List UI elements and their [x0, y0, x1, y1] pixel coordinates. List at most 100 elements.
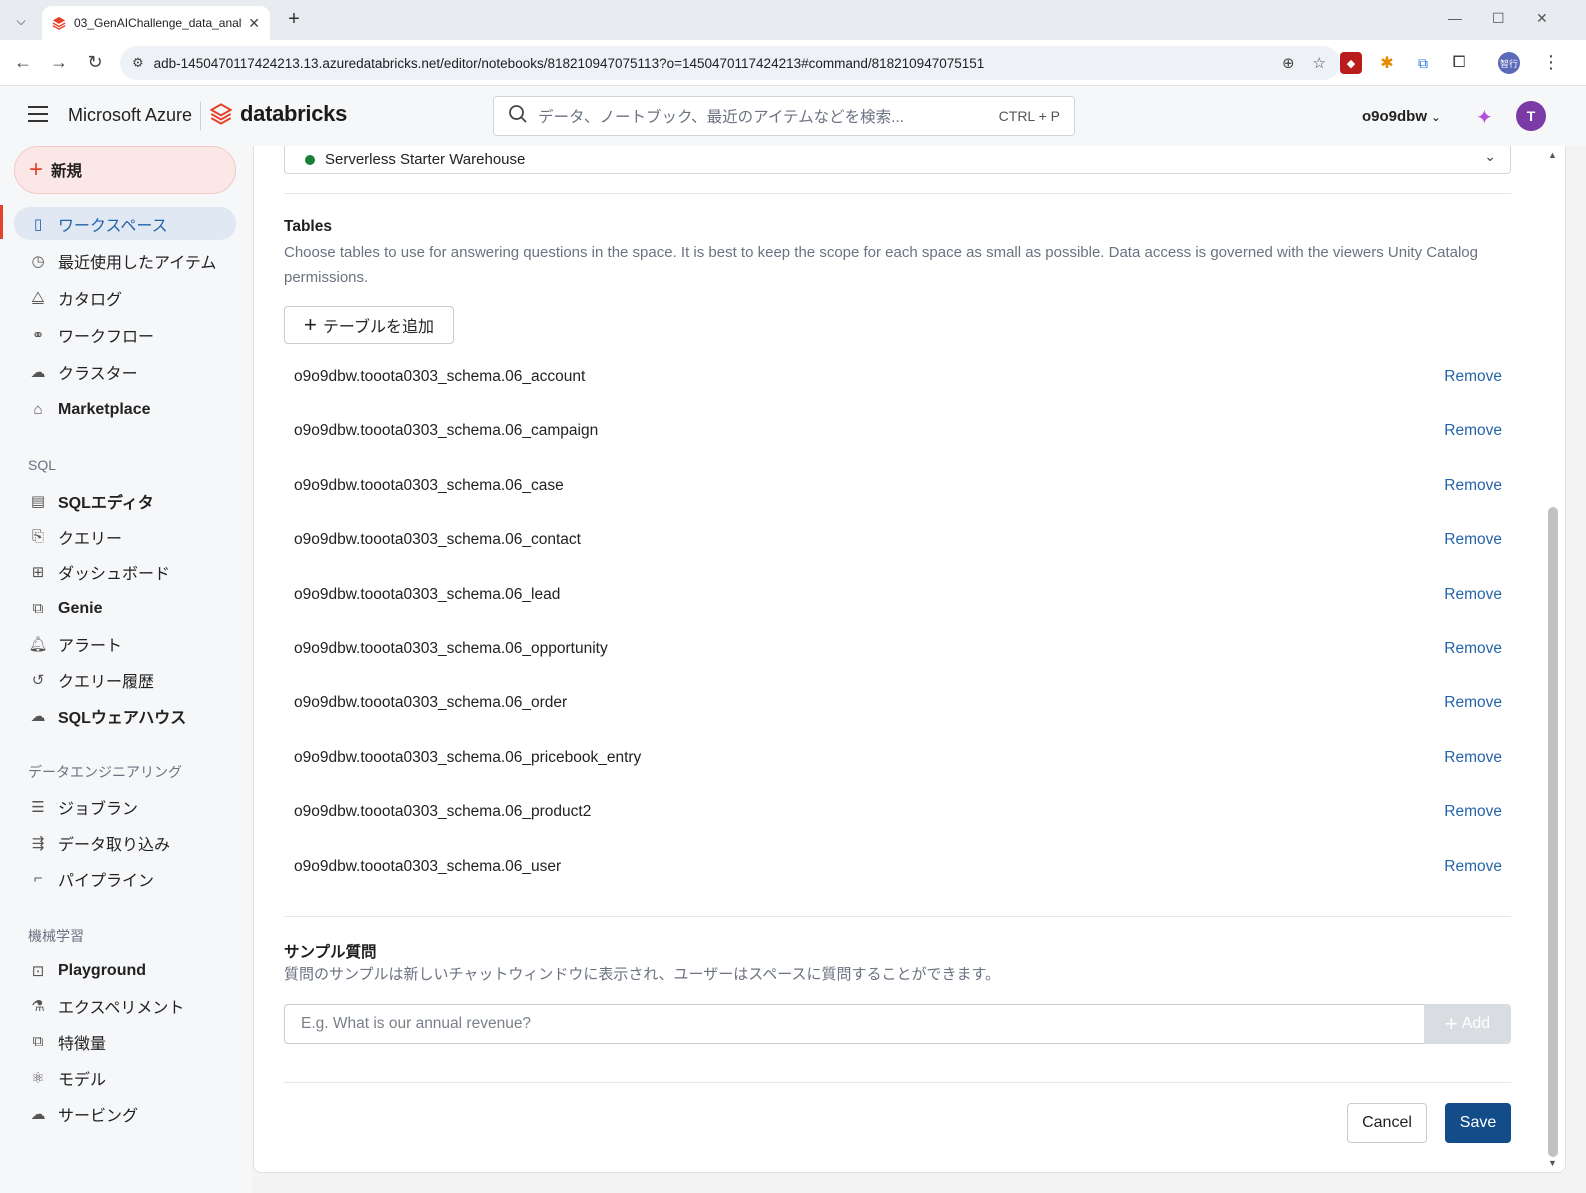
plus-icon: + — [29, 156, 44, 183]
ublock-extension-icon[interactable]: ◆ — [1340, 52, 1362, 74]
sidebar-item-label: ダッシュボード — [58, 565, 171, 583]
sidebar-item-label: クラスター — [58, 365, 138, 383]
scroll-up-arrow-icon[interactable]: ▲ — [1548, 150, 1557, 160]
databricks-favicon-icon — [52, 16, 66, 30]
add-question-button[interactable]: + Add — [1424, 1004, 1511, 1044]
browser-menu-icon[interactable]: ⋮ — [1540, 52, 1562, 73]
remove-table-link[interactable]: Remove — [1444, 477, 1502, 495]
global-search-input[interactable]: データ、ノートブック、最近のアイテムなどを検索... CTRL + P — [493, 96, 1075, 136]
sidebar-item-features[interactable]: ⧉ 特徴量 — [14, 1025, 236, 1058]
warehouse-name: Serverless Starter Warehouse — [325, 151, 526, 168]
scroll-down-arrow-icon[interactable]: ▼ — [1548, 1158, 1557, 1168]
sidebar-item-query-history[interactable]: ↺ クエリー履歴 — [14, 663, 236, 696]
sample-question-input[interactable]: E.g. What is our annual revenue? — [284, 1004, 1424, 1044]
sidebar-item-playground[interactable]: ⊡ Playground — [14, 954, 236, 987]
warehouse-icon: ☁ — [30, 707, 46, 725]
minimize-icon[interactable]: — — [1448, 10, 1462, 26]
url-text: adb-1450470117424213.13.azuredatabricks.… — [153, 55, 985, 71]
flask-icon: ⚗ — [31, 997, 45, 1015]
sidebar-item-alerts[interactable]: 🔔︎ アラート — [14, 627, 236, 660]
sidebar-item-clusters[interactable]: ☁ クラスター — [14, 355, 236, 388]
search-placeholder: データ、ノートブック、最近のアイテムなどを検索... — [538, 109, 905, 126]
divider — [284, 193, 1511, 194]
scrollbar-thumb[interactable] — [1548, 507, 1558, 1157]
assistant-sparkle-icon[interactable]: ✦ — [1476, 105, 1493, 130]
reload-icon[interactable]: ↻ — [84, 52, 106, 73]
remove-table-link[interactable]: Remove — [1444, 749, 1502, 767]
sidebar-item-marketplace[interactable]: ⌂ Marketplace — [14, 393, 236, 426]
sidebar-item-sql-editor[interactable]: ▤ SQLエディタ — [14, 484, 236, 517]
genie-icon: ⧉ — [32, 600, 44, 617]
new-tab-icon[interactable]: + — [282, 8, 306, 31]
forward-icon[interactable]: → — [48, 52, 70, 73]
table-row: o9o9dbw.tooota0303_schema.06_lead Remove — [294, 580, 1502, 610]
remove-table-link[interactable]: Remove — [1444, 858, 1502, 876]
sidebar-item-label: Marketplace — [58, 400, 151, 418]
add-question-label: Add — [1461, 1015, 1491, 1032]
section-label-data-engineering: データエンジニアリング — [28, 764, 182, 780]
extension-icon[interactable]: ✱ — [1376, 52, 1398, 74]
remove-table-link[interactable]: Remove — [1444, 694, 1502, 712]
url-field[interactable]: ⚙ adb-1450470117424213.13.azuredatabrick… — [120, 46, 1340, 80]
profile-badge[interactable]: 智行 — [1498, 52, 1520, 74]
remove-table-link[interactable]: Remove — [1444, 640, 1502, 658]
hamburger-menu-icon[interactable] — [28, 106, 48, 122]
sidebar-item-job-runs[interactable]: ☰ ジョブラン — [14, 790, 236, 823]
sidebar-item-label: モデル — [58, 1071, 107, 1089]
sidebar-item-genie[interactable]: ⧉ Genie — [14, 592, 236, 625]
remove-table-link[interactable]: Remove — [1444, 422, 1502, 440]
browser-tab[interactable]: 03_GenAIChallenge_data_analy ✕ — [42, 6, 270, 40]
tab-close-icon[interactable]: ✕ — [248, 15, 260, 32]
model-icon: ⚛ — [31, 1069, 45, 1087]
back-icon[interactable]: ← — [12, 52, 34, 73]
new-button[interactable]: + 新規 — [14, 146, 236, 194]
divider — [284, 916, 1511, 917]
remove-table-link[interactable]: Remove — [1444, 531, 1502, 549]
sidebar-item-models[interactable]: ⚛ モデル — [14, 1061, 236, 1094]
app-header: Microsoft Azure databricks データ、ノートブック、最近… — [0, 86, 1586, 146]
remove-table-link[interactable]: Remove — [1444, 586, 1502, 604]
remove-table-link[interactable]: Remove — [1444, 368, 1502, 386]
tab-title: 03_GenAIChallenge_data_analy — [74, 16, 243, 30]
sidebar-item-label: エクスペリメント — [58, 999, 185, 1017]
sidebar-item-serving[interactable]: ☁ サービング — [14, 1097, 236, 1130]
running-status-dot — [305, 154, 315, 165]
sidebar-item-data-ingestion[interactable]: ⇶ データ取り込み — [14, 826, 236, 859]
databricks-logo[interactable]: databricks — [210, 101, 347, 127]
sidebar-item-workspace[interactable]: ▯ ワークスペース — [14, 207, 236, 240]
screenshot-extension-icon[interactable]: ⧉ — [1412, 52, 1434, 74]
save-button[interactable]: Save — [1445, 1103, 1511, 1143]
sidebar-item-workflows[interactable]: ⚭ ワークフロー — [14, 318, 236, 351]
table-name: o9o9dbw.tooota0303_schema.06_campaign — [294, 422, 599, 440]
table-name: o9o9dbw.tooota0303_schema.06_pricebook_e… — [294, 748, 642, 766]
bookmark-star-icon[interactable]: ☆ — [1313, 54, 1326, 72]
extensions-puzzle-icon[interactable]: ⧠ — [1448, 52, 1470, 74]
tables-section-description: Choose tables to use for answering quest… — [284, 244, 1478, 286]
sidebar-item-recents[interactable]: ◷ 最近使用したアイテム — [14, 244, 236, 277]
sidebar-item-queries[interactable]: ⎘ クエリー — [14, 520, 236, 553]
sidebar-item-pipelines[interactable]: ⌐ パイプライン — [14, 862, 236, 895]
dashboard-icon: ⊞ — [31, 563, 45, 581]
sidebar-item-experiments[interactable]: ⚗ エクスペリメント — [14, 989, 236, 1022]
sidebar-item-label: クエリー履歴 — [58, 673, 155, 691]
workspace-switcher[interactable]: o9o9dbw ⌄ — [1362, 108, 1440, 125]
cancel-button[interactable]: Cancel — [1347, 1103, 1427, 1143]
sidebar-item-sql-warehouses[interactable]: ☁ SQLウェアハウス — [14, 699, 236, 732]
sidebar-item-catalog[interactable]: ⧋ カタログ — [14, 281, 236, 314]
history-icon: ↺ — [31, 671, 45, 689]
window-close-icon[interactable]: ✕ — [1536, 10, 1548, 27]
tables-section-title: Tables — [284, 218, 332, 235]
sidebar-item-label: ジョブラン — [58, 800, 139, 818]
job-runs-icon: ☰ — [31, 798, 45, 816]
sidebar-item-dashboards[interactable]: ⊞ ダッシュボード — [14, 555, 236, 588]
serving-icon: ☁ — [30, 1105, 46, 1123]
site-info-icon[interactable]: ⚙ — [132, 55, 144, 71]
tab-search-chevron-icon[interactable]: ⌵ — [8, 8, 34, 34]
zoom-icon[interactable]: ⊕ — [1282, 54, 1295, 72]
remove-table-link[interactable]: Remove — [1444, 803, 1502, 821]
user-avatar[interactable]: T — [1516, 101, 1546, 131]
warehouse-select[interactable]: Serverless Starter Warehouse ⌄ — [284, 146, 1511, 174]
table-row: o9o9dbw.tooota0303_schema.06_order Remove — [294, 688, 1502, 718]
add-table-button[interactable]: + テーブルを追加 — [284, 306, 454, 344]
maximize-icon[interactable]: ☐ — [1492, 10, 1505, 27]
